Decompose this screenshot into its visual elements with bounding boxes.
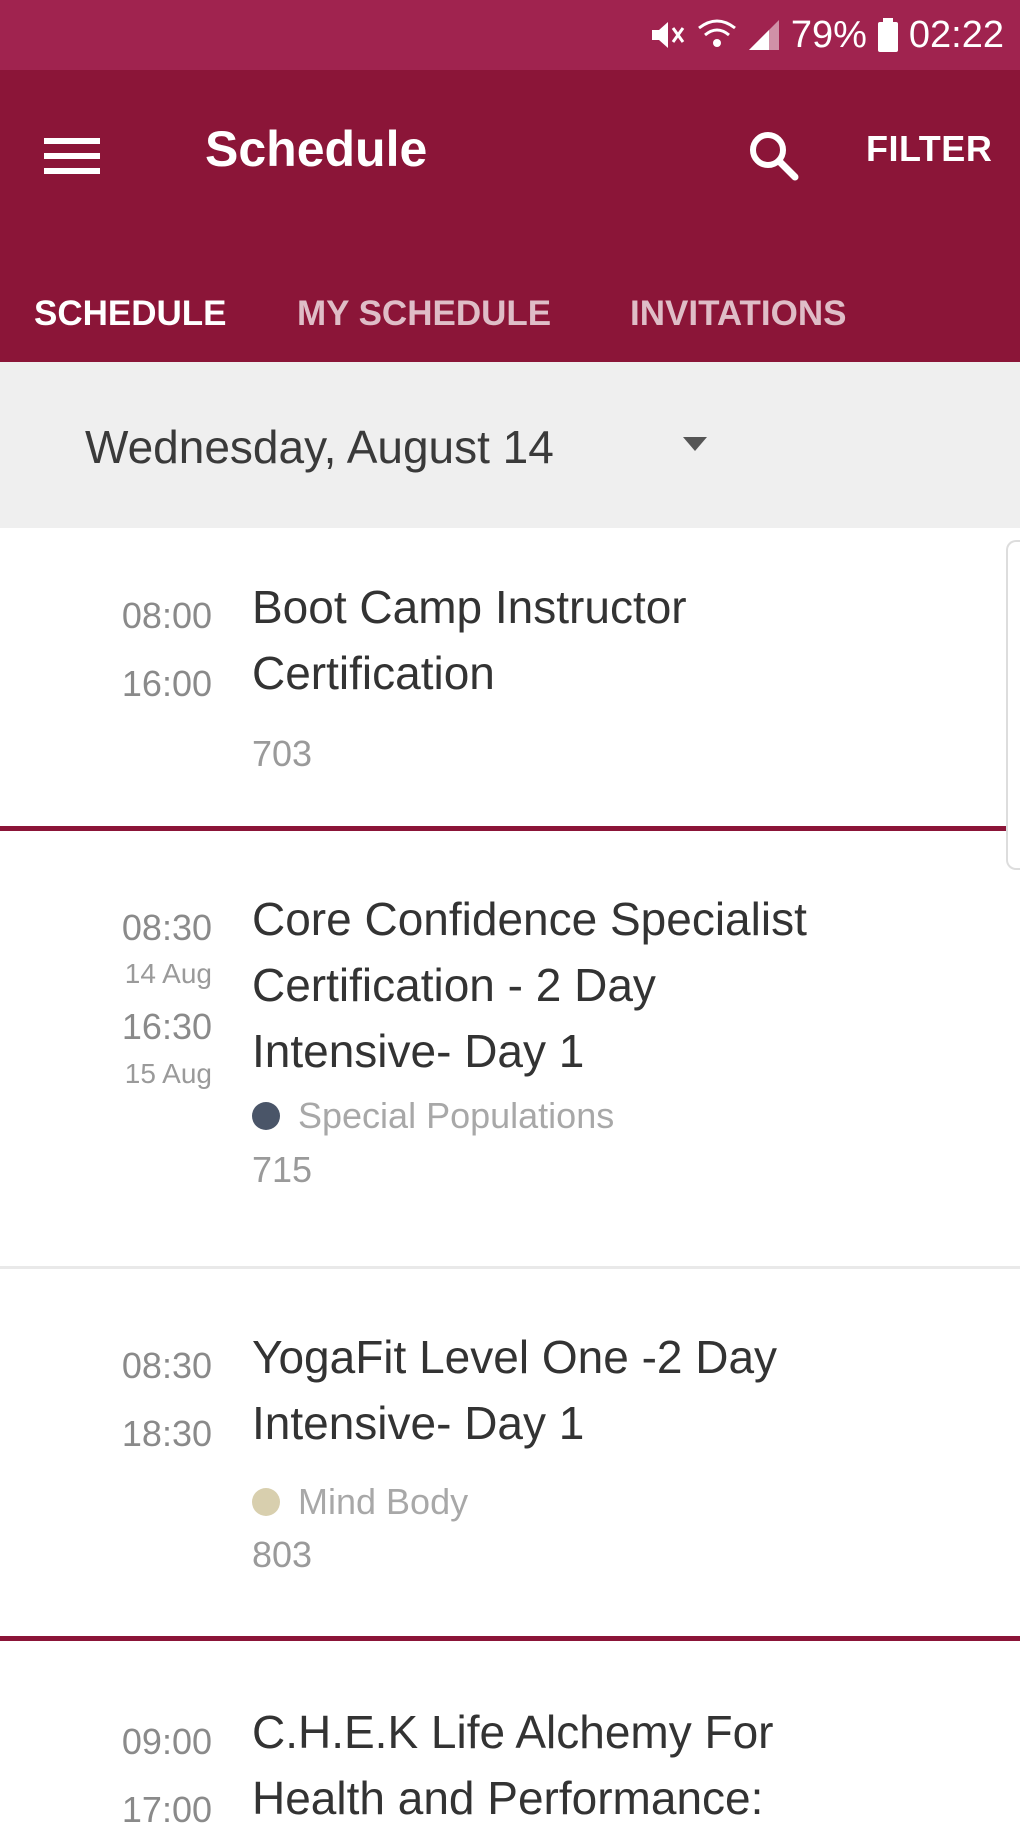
side-drawer-handle[interactable]: [1006, 540, 1020, 870]
event-item[interactable]: 09:00 17:00 C.H.E.K Life Alchemy For Hea…: [0, 1641, 1020, 1830]
event-room: 715: [252, 1149, 313, 1190]
event-item[interactable]: 08:30 14 Aug 16:30 15 Aug Core Confidenc…: [0, 831, 1020, 1261]
tab-invitations[interactable]: INVITATIONS: [630, 294, 846, 334]
event-item[interactable]: 08:00 16:00 Boot Camp Instructor Certifi…: [0, 528, 1020, 828]
date-value: Wednesday, August 14: [85, 421, 554, 473]
end-time: 18:30: [121, 1413, 212, 1454]
wifi-icon: [697, 18, 737, 52]
start-time: 08:30: [121, 907, 212, 948]
start-time: 08:30: [121, 1345, 212, 1386]
event-item[interactable]: 08:30 18:30 YogaFit Level One -2 Day Int…: [0, 1269, 1020, 1647]
event-title: Core Confidence Specialist Certification…: [252, 893, 807, 1077]
menu-icon[interactable]: [44, 126, 114, 186]
search-icon[interactable]: [738, 120, 808, 190]
start-date: 14 Aug: [124, 958, 212, 989]
track-color-dot: [252, 1488, 280, 1516]
date-selector[interactable]: Wednesday, August 14: [0, 362, 1020, 528]
clock: 02:22: [908, 13, 1004, 56]
mute-icon: [649, 18, 687, 52]
start-time: 08:00: [121, 595, 212, 636]
tab-schedule[interactable]: SCHEDULE: [34, 294, 227, 334]
tab-bar: SCHEDULE MY SCHEDULE INVITATIONS: [0, 268, 1020, 358]
signal-icon: [747, 18, 781, 52]
end-time: 17:00: [121, 1789, 212, 1830]
event-title: YogaFit Level One -2 Day Intensive- Day …: [252, 1331, 778, 1449]
app-bar: Schedule FILTER SCHEDULE MY SCHEDULE INV…: [0, 70, 1020, 362]
dropdown-arrow-icon: [682, 434, 708, 454]
start-time: 09:00: [121, 1721, 212, 1762]
event-track: Special Populations: [252, 1095, 614, 1137]
end-date: 15 Aug: [124, 1058, 212, 1089]
event-title: C.H.E.K Life Alchemy For Health and Perf…: [252, 1706, 774, 1824]
event-title: Boot Camp Instructor Certification: [252, 581, 687, 699]
event-room: 703: [252, 733, 313, 774]
event-room: 803: [252, 1534, 313, 1575]
battery-icon: [877, 17, 899, 53]
filter-button[interactable]: FILTER: [866, 128, 992, 170]
end-time: 16:30: [121, 1006, 212, 1047]
event-track: Mind Body: [252, 1481, 468, 1523]
track-color-dot: [252, 1102, 280, 1130]
status-bar: 79% 02:22: [0, 0, 1020, 70]
tab-my-schedule[interactable]: MY SCHEDULE: [297, 294, 551, 334]
page-title: Schedule: [205, 121, 428, 177]
battery-percent: 79%: [790, 13, 867, 56]
end-time: 16:00: [121, 663, 212, 704]
